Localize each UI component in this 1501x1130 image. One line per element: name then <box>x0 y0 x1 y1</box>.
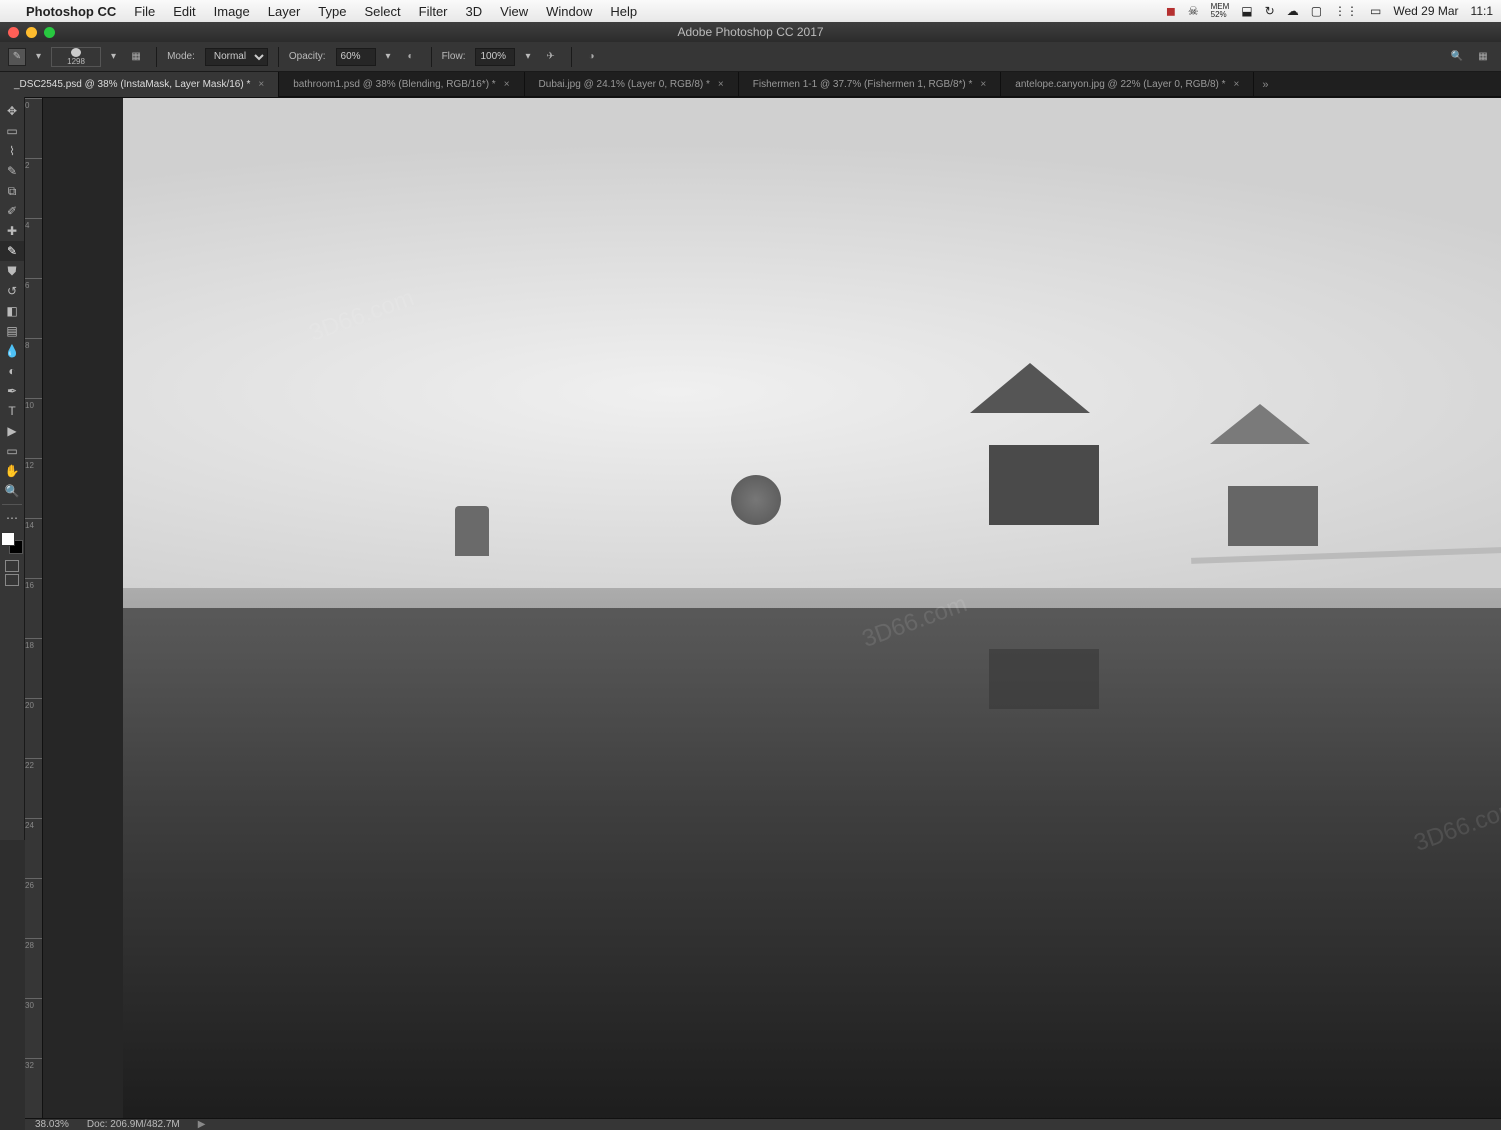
menu-window[interactable]: Window <box>546 4 592 19</box>
pen-tool-icon[interactable]: ✒ <box>0 381 24 401</box>
mem-label: MEM52% <box>1211 3 1230 19</box>
screenmode-icon[interactable] <box>5 574 19 586</box>
brush-panel-icon[interactable]: ▦ <box>126 48 146 66</box>
blend-mode-select[interactable]: Normal <box>205 48 268 66</box>
status-badge-icon[interactable]: ◼ <box>1166 4 1176 18</box>
menu-file[interactable]: File <box>134 4 155 19</box>
dropbox-icon[interactable]: ⬓ <box>1241 4 1252 18</box>
tab-close-icon[interactable]: × <box>718 79 724 90</box>
menu-select[interactable]: Select <box>364 4 400 19</box>
dodge-tool-icon[interactable]: ◐ <box>0 361 24 381</box>
document-tabs: _DSC2545.psd @ 38% (InstaMask, Layer Mas… <box>0 72 1501 97</box>
foreground-color[interactable] <box>1 532 15 546</box>
opacity-input[interactable] <box>336 48 376 66</box>
close-window-icon[interactable] <box>8 27 19 38</box>
airbrush-icon[interactable]: ✈ <box>541 48 561 66</box>
document-canvas[interactable]: 3D66.com 3D66.com 3D66.com <box>43 98 1501 1118</box>
tab-label: antelope.canyon.jpg @ 22% (Layer 0, RGB/… <box>1015 79 1225 90</box>
menu-layer[interactable]: Layer <box>268 4 301 19</box>
brush-tool-preset-icon[interactable]: ✎ <box>8 48 26 66</box>
zoom-tool-icon[interactable]: 🔍 <box>0 481 24 501</box>
menu-help[interactable]: Help <box>610 4 637 19</box>
tab-label: Fishermen 1-1 @ 37.7% (Fishermen 1, RGB/… <box>753 79 973 90</box>
canvas-area: 0246810121416182022242628303234363840424… <box>25 97 1501 840</box>
app-name[interactable]: Photoshop CC <box>26 4 116 19</box>
menubar-status: ◼ ☠ MEM52% ⬓ ↻ ☁ ▢ ⋮⋮ ▭ Wed 29 Mar 11:1 <box>1166 3 1493 19</box>
type-tool-icon[interactable]: T <box>0 401 24 421</box>
battery-icon[interactable]: ▭ <box>1370 4 1381 18</box>
tab-close-icon[interactable]: × <box>504 79 510 90</box>
history-brush-icon[interactable]: ↺ <box>0 281 24 301</box>
clock-date[interactable]: Wed 29 Mar <box>1393 4 1458 18</box>
options-bar: ✎ ▾ 1298 ▾ ▦ Mode: Normal Opacity: ▾ ◐ F… <box>0 42 1501 72</box>
quickselect-tool-icon[interactable]: ✎ <box>0 161 24 181</box>
brush-size: 1298 <box>67 57 85 66</box>
opacity-label: Opacity: <box>289 51 326 62</box>
flow-input[interactable] <box>475 48 515 66</box>
quickmask-icon[interactable] <box>5 560 19 572</box>
tab-close-icon[interactable]: × <box>258 79 264 90</box>
skull-icon[interactable]: ☠ <box>1188 4 1199 18</box>
path-select-icon[interactable]: ▶ <box>0 421 24 441</box>
crop-tool-icon[interactable]: ⧉ <box>0 181 24 201</box>
tab-antelope[interactable]: antelope.canyon.jpg @ 22% (Layer 0, RGB/… <box>1001 72 1254 97</box>
maximize-window-icon[interactable] <box>44 27 55 38</box>
tab-close-icon[interactable]: × <box>980 79 986 90</box>
pressure-opacity-icon[interactable]: ◐ <box>401 48 421 66</box>
workspace-icon[interactable]: ▦ <box>1473 48 1493 66</box>
tab-dsc2545[interactable]: _DSC2545.psd @ 38% (InstaMask, Layer Mas… <box>0 72 279 97</box>
pressure-size-icon[interactable]: ◑ <box>582 48 602 66</box>
brush-preview[interactable]: 1298 <box>51 47 101 67</box>
tab-label: bathroom1.psd @ 38% (Blending, RGB/16*) … <box>293 79 495 90</box>
edit-toolbar-icon[interactable]: ⋯ <box>0 508 24 528</box>
tab-close-icon[interactable]: × <box>1234 79 1240 90</box>
tab-dubai[interactable]: Dubai.jpg @ 24.1% (Layer 0, RGB/8) * × <box>525 72 739 97</box>
menu-view[interactable]: View <box>500 4 528 19</box>
status-bar: 38.03% Doc: 206.9M/482.7M ▶ <box>25 1118 1501 1130</box>
menu-filter[interactable]: Filter <box>419 4 448 19</box>
color-swatches[interactable] <box>1 532 23 554</box>
clock-time[interactable]: 11:1 <box>1471 4 1493 18</box>
ruler-vertical[interactable]: 02468101214161820222426283032 <box>25 98 43 1118</box>
eyedropper-tool-icon[interactable]: ✐ <box>0 201 24 221</box>
document-image: 3D66.com 3D66.com 3D66.com <box>123 98 1501 1118</box>
eraser-tool-icon[interactable]: ◧ <box>0 301 24 321</box>
window-titlebar: Adobe Photoshop CC 2017 <box>0 22 1501 42</box>
tab-label: _DSC2545.psd @ 38% (InstaMask, Layer Mas… <box>14 79 250 90</box>
blur-tool-icon[interactable]: 💧 <box>0 341 24 361</box>
mac-menubar: Photoshop CC File Edit Image Layer Type … <box>0 0 1501 22</box>
minimize-window-icon[interactable] <box>26 27 37 38</box>
status-more-icon[interactable]: ▶ <box>198 1119 206 1130</box>
tools-panel: ✥ ▭ ⌇ ✎ ⧉ ✐ ✚ ✎ ⛊ ↺ ◧ ▤ 💧 ◐ ✒ T ▶ ▭ ✋ 🔍 … <box>0 97 25 840</box>
mode-label: Mode: <box>167 51 195 62</box>
window-title: Adobe Photoshop CC 2017 <box>677 25 823 39</box>
sync-icon[interactable]: ↻ <box>1265 4 1275 18</box>
move-tool-icon[interactable]: ✥ <box>0 101 24 121</box>
display-icon[interactable]: ▢ <box>1311 4 1322 18</box>
menu-3d[interactable]: 3D <box>466 4 483 19</box>
menu-edit[interactable]: Edit <box>173 4 195 19</box>
flow-label: Flow: <box>442 51 466 62</box>
wifi-icon[interactable]: ⋮⋮ <box>1334 4 1358 18</box>
brush-tool-icon[interactable]: ✎ <box>0 241 24 261</box>
search-icon[interactable]: 🔍 <box>1447 48 1467 66</box>
healing-tool-icon[interactable]: ✚ <box>0 221 24 241</box>
stamp-tool-icon[interactable]: ⛊ <box>0 261 24 281</box>
cloud-icon[interactable]: ☁ <box>1287 4 1299 18</box>
menu-image[interactable]: Image <box>214 4 250 19</box>
menu-type[interactable]: Type <box>318 4 346 19</box>
doc-info[interactable]: Doc: 206.9M/482.7M <box>87 1119 180 1130</box>
tab-label: Dubai.jpg @ 24.1% (Layer 0, RGB/8) * <box>539 79 710 90</box>
tab-bathroom1[interactable]: bathroom1.psd @ 38% (Blending, RGB/16*) … <box>279 72 524 97</box>
shape-tool-icon[interactable]: ▭ <box>0 441 24 461</box>
hand-tool-icon[interactable]: ✋ <box>0 461 24 481</box>
lasso-tool-icon[interactable]: ⌇ <box>0 141 24 161</box>
zoom-level[interactable]: 38.03% <box>35 1119 69 1130</box>
gradient-tool-icon[interactable]: ▤ <box>0 321 24 341</box>
tabs-overflow-icon[interactable]: » <box>1254 72 1276 97</box>
marquee-tool-icon[interactable]: ▭ <box>0 121 24 141</box>
tab-fishermen[interactable]: Fishermen 1-1 @ 37.7% (Fishermen 1, RGB/… <box>739 72 1002 97</box>
